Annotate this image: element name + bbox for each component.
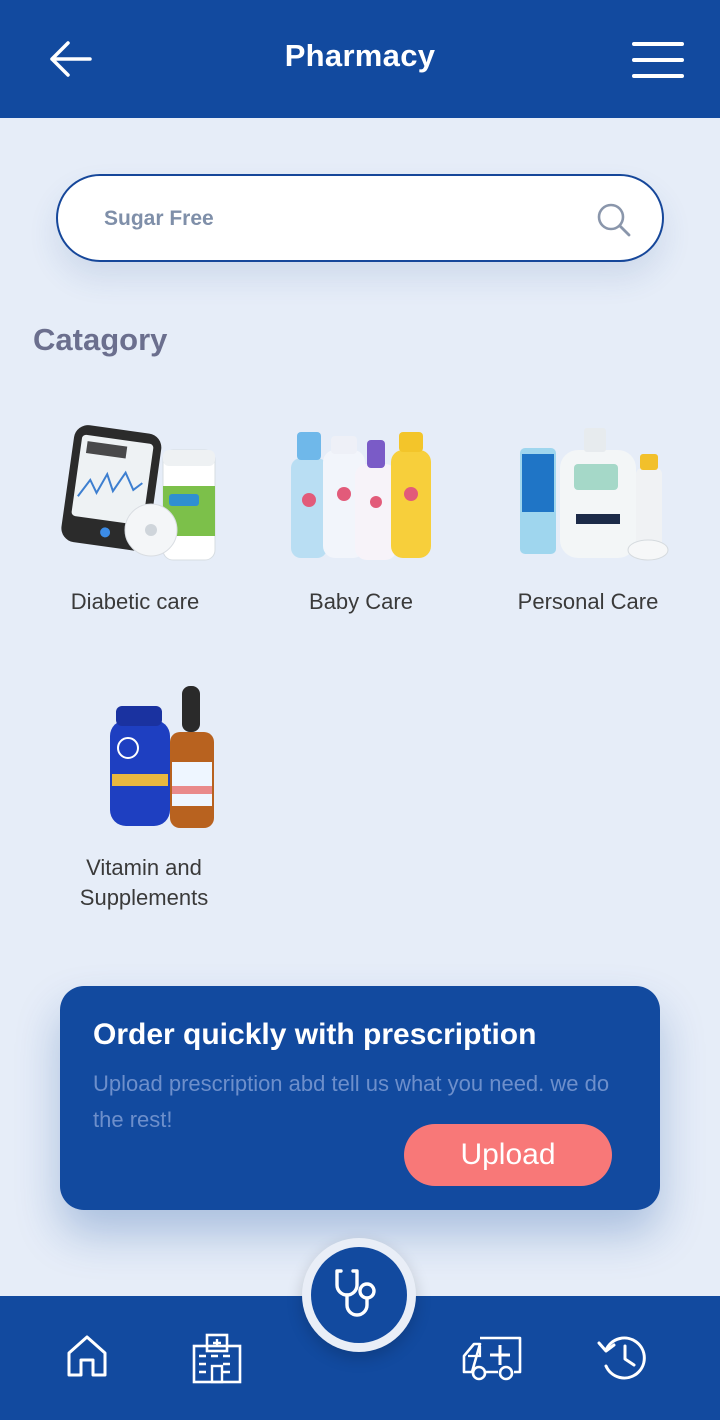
category-label: Vitamin and Supplements: [79, 855, 209, 910]
category-diabetic-care[interactable]: Diabetic care: [25, 420, 245, 617]
vitamin-bottles-image: [110, 686, 214, 828]
history-icon[interactable]: [596, 1332, 652, 1384]
stethoscope-icon: [335, 1269, 376, 1317]
hospital-icon[interactable]: [190, 1332, 244, 1384]
skincare-products-image: [520, 428, 669, 561]
home-icon[interactable]: [63, 1332, 111, 1380]
ambulance-icon[interactable]: [460, 1332, 526, 1382]
category-baby-care[interactable]: Baby Care: [251, 420, 471, 617]
category-personal-care[interactable]: Personal Care: [478, 420, 698, 617]
category-label: Baby Care: [309, 589, 413, 614]
app-header: Pharmacy: [0, 0, 720, 118]
search-input[interactable]: [102, 196, 566, 242]
glucose-monitor-image: [61, 425, 216, 561]
category-heading: Catagory: [33, 322, 168, 357]
prescription-promo-card: Order quickly with prescription Upload p…: [60, 986, 660, 1210]
category-vitamin-supplements[interactable]: Vitamin and Supplements: [34, 686, 254, 913]
category-label: Diabetic care: [70, 589, 200, 614]
page-title: Pharmacy: [284, 38, 436, 73]
upload-button[interactable]: Upload: [404, 1124, 612, 1186]
category-label: Personal Care: [517, 589, 659, 614]
promo-title: Order quickly with prescription: [93, 1018, 537, 1051]
search-icon[interactable]: [594, 200, 634, 240]
consult-doctor-button[interactable]: [311, 1247, 407, 1343]
baby-products-image: [291, 432, 431, 560]
hamburger-menu-icon[interactable]: [630, 38, 686, 82]
search-bar: [56, 174, 664, 262]
